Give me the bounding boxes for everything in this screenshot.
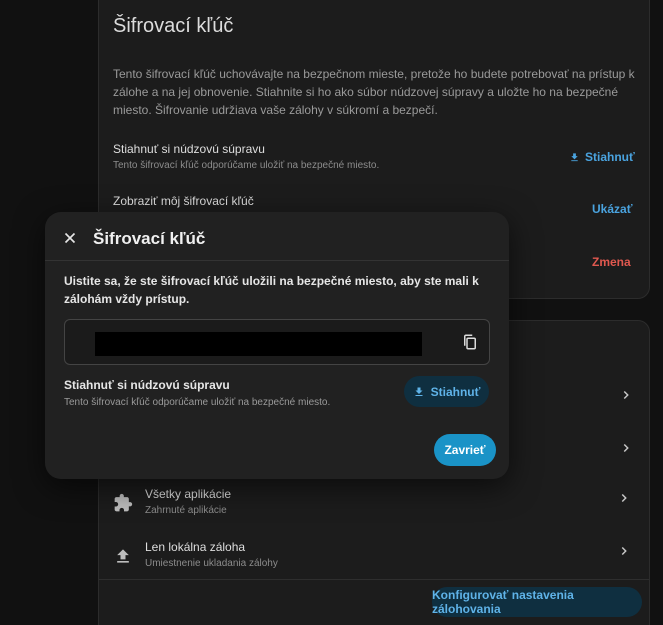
dialog-divider [45,260,509,261]
dialog-message: Uistite sa, že ste šifrovací kľúč uložil… [64,274,479,306]
encryption-key-value-redacted [95,332,422,356]
list-item-all-apps[interactable]: Všetky aplikácie Zahrnuté aplikácie [113,485,635,537]
upload-icon [117,549,129,563]
chevron-right-icon [621,493,627,503]
dialog-title: Šifrovací kľúč [93,229,206,248]
dialog-download-label: Stiahnuť [430,384,481,399]
change-key-button[interactable]: Zmena [592,255,631,269]
puzzle-icon [114,493,133,512]
download-icon [571,152,578,161]
card-title: Šifrovací kľúč [113,15,234,37]
chevron-right-icon[interactable] [619,441,633,455]
list-item-subtitle: Umiestnenie ukladania zálohy [145,558,278,569]
dialog-download-button[interactable]: Stiahnuť [404,376,489,407]
encryption-key-field[interactable] [64,319,490,365]
close-icon[interactable] [61,229,79,247]
change-key-button-label: Zmena [592,255,631,269]
dialog-download-subtitle: Tento šifrovací kľúč odporúčame uložiť n… [64,397,331,408]
list-item-title: Len lokálna záloha [145,540,246,554]
download-kit-title: Stiahnuť si núdzovú súpravu [113,142,265,156]
download-icon [415,387,423,396]
list-item-title: Všetky aplikácie [145,487,232,501]
chevron-right-icon[interactable] [619,388,633,402]
card-divider [99,579,649,580]
list-item-subtitle: Zahrnuté aplikácie [145,505,227,516]
configure-backup-button[interactable]: Konfigurovať nastavenia zálohovania [432,587,642,617]
show-key-button-label: Ukázať [592,202,633,216]
close-button[interactable]: Zavrieť [434,434,496,466]
encryption-key-dialog: Šifrovací kľúč Uistite sa, že ste šifrov… [45,212,509,479]
copy-icon[interactable] [461,333,479,351]
dialog-download-title: Stiahnuť si núdzovú súpravu [64,378,230,392]
card-description: Tento šifrovací kľúč uchovávajte na bezp… [113,67,635,117]
show-key-button[interactable]: Ukázať [592,202,632,216]
download-kit-subtitle: Tento šifrovací kľúč odporúčame uložiť n… [113,160,380,171]
download-kit-button[interactable]: Stiahnuť [569,150,635,164]
list-item-local-backup[interactable]: Len lokálna záloha Umiestnenie ukladania… [113,538,635,590]
download-kit-button-label: Stiahnuť [585,150,635,164]
chevron-right-icon [621,546,627,556]
show-key-title: Zobraziť môj šifrovací kľúč [113,194,254,208]
